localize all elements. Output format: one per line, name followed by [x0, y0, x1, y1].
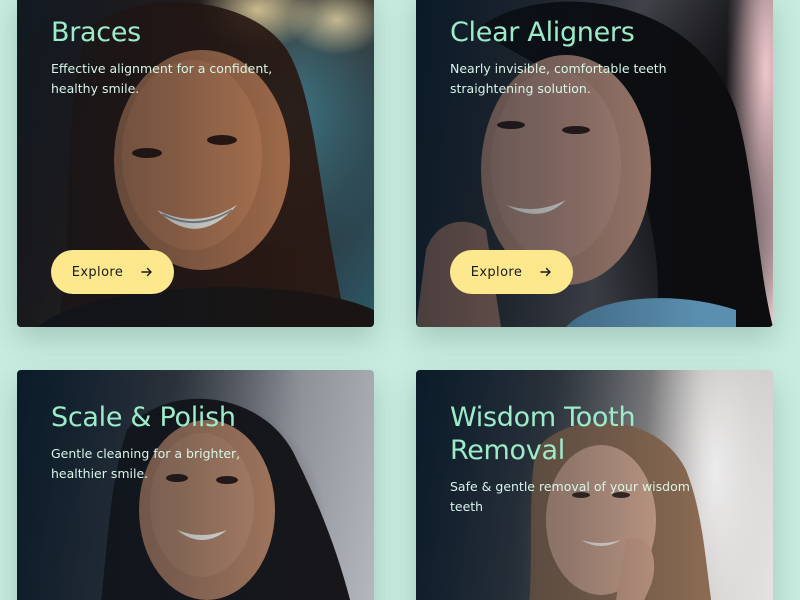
service-card-scale-polish[interactable]: Scale & Polish Gentle cleaning for a bri… — [17, 370, 374, 600]
card-content: Braces Effective alignment for a confide… — [51, 16, 354, 99]
card-title: Wisdom Tooth Removal — [450, 402, 636, 466]
card-description: Nearly invisible, comfortable teeth stra… — [450, 61, 667, 96]
card-description: Effective alignment for a confident, hea… — [51, 61, 273, 96]
explore-button[interactable]: Explore — [51, 250, 174, 294]
arrow-right-icon — [540, 266, 552, 278]
card-content: Scale & Polish Gentle cleaning for a bri… — [51, 401, 354, 484]
card-content: Clear Aligners Nearly invisible, comfort… — [450, 16, 753, 99]
card-title: Clear Aligners — [450, 17, 635, 48]
card-title: Scale & Polish — [51, 402, 236, 433]
explore-button-label: Explore — [71, 264, 124, 280]
card-content: Wisdom Tooth Removal Safe & gentle remov… — [450, 401, 753, 517]
services-grid: Braces Effective alignment for a confide… — [0, 0, 800, 600]
service-card-wisdom-tooth-removal[interactable]: Wisdom Tooth Removal Safe & gentle remov… — [416, 370, 773, 600]
service-card-clear-aligners[interactable]: Clear Aligners Nearly invisible, comfort… — [416, 0, 773, 327]
card-title: Braces — [51, 17, 141, 48]
arrow-right-icon — [141, 266, 153, 278]
card-description: Safe & gentle removal of your wisdom tee… — [450, 479, 690, 514]
service-card-braces[interactable]: Braces Effective alignment for a confide… — [17, 0, 374, 327]
explore-button-label: Explore — [470, 264, 523, 280]
explore-button[interactable]: Explore — [450, 250, 573, 294]
card-description: Gentle cleaning for a brighter, healthie… — [51, 446, 241, 481]
